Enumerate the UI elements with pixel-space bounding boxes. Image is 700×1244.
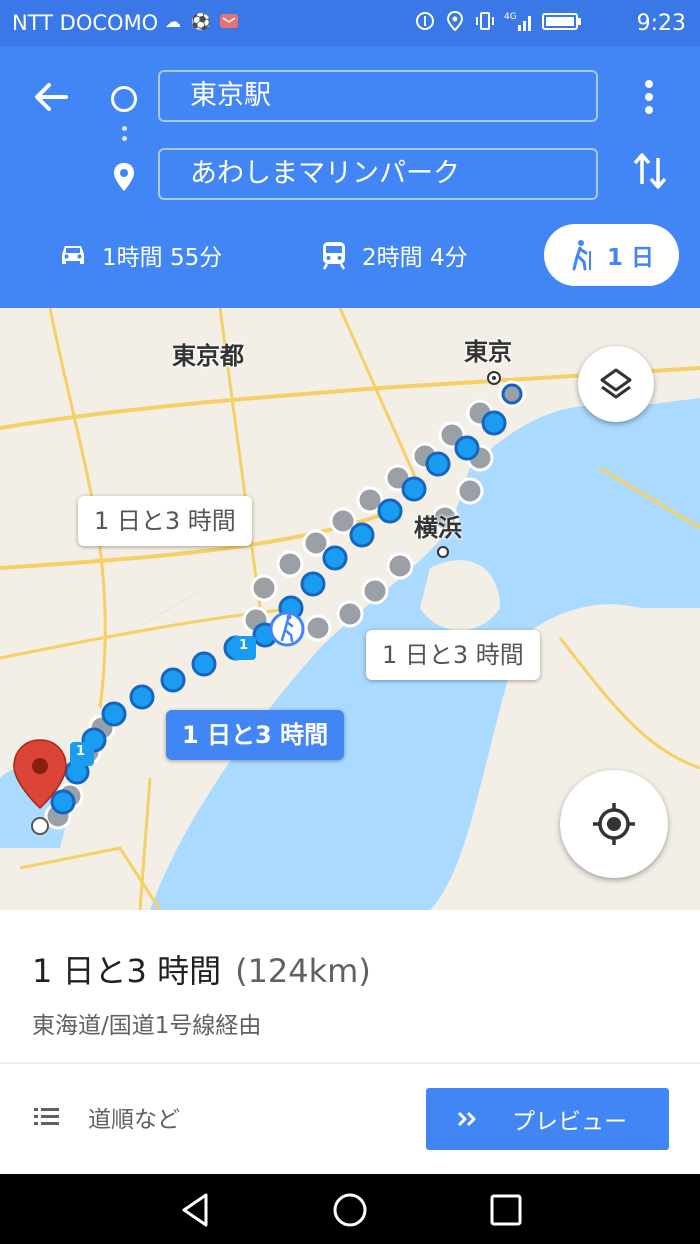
more-options-button[interactable]	[632, 76, 666, 118]
car-icon	[62, 246, 84, 264]
mode-car-button[interactable]: 1時間 55分	[58, 224, 222, 286]
mode-car-label: 1時間 55分	[102, 245, 223, 271]
hiking-icon	[572, 240, 591, 271]
data-saver-icon	[414, 10, 436, 32]
route-bubble-active[interactable]: 1 日と3 時間	[166, 710, 345, 760]
route-marker-number: 1	[239, 638, 249, 653]
divider	[0, 1062, 700, 1064]
route-bubble-alt-2[interactable]: 1 日と3 時間	[366, 630, 540, 680]
signal-icon: 4G	[504, 10, 534, 32]
route-summary-sheet[interactable]: 1 日と3 時間 (124km) 東海道/国道1号線経由 道順など プレビュー	[0, 910, 700, 1174]
mode-walk-button[interactable]: 1 日	[544, 224, 679, 286]
map-label-yokohama: 横浜	[414, 514, 462, 542]
more-vert-icon	[645, 80, 653, 114]
mode-walk-label: 1 日	[606, 245, 654, 271]
route-bubble-alt-1[interactable]: 1 日と3 時間	[78, 496, 252, 546]
route-dots-icon	[122, 126, 127, 146]
svg-text:4G: 4G	[504, 12, 517, 22]
map-label-tokyo-city: 東京	[464, 338, 512, 366]
origin-icon	[111, 86, 137, 112]
list-icon	[34, 1108, 59, 1125]
route-marker-number: 1	[76, 744, 86, 759]
steps-label: 道順など	[88, 1107, 180, 1133]
circle-home-icon	[333, 1193, 367, 1227]
destination-field[interactable]: あわしまマリンパーク	[158, 148, 598, 200]
route-duration: 1 日と3 時間	[32, 952, 222, 990]
carrier-name: NTT DOCOMO	[12, 11, 159, 35]
swap-button[interactable]	[632, 150, 668, 194]
status-bar: NTT DOCOMO ☁ ⚽ 4G 9:23	[0, 0, 700, 46]
nav-back-button[interactable]	[176, 1190, 216, 1230]
vibrate-icon	[474, 10, 496, 32]
mail-icon	[218, 10, 240, 32]
back-button[interactable]	[30, 76, 72, 118]
battery-icon	[542, 10, 582, 32]
preview-label: プレビュー	[512, 1109, 627, 1135]
double-chevron-right-icon	[457, 1111, 476, 1127]
triangle-back-icon	[182, 1193, 208, 1227]
arrow-back-icon	[35, 83, 68, 111]
nav-home-button[interactable]	[330, 1190, 370, 1230]
clock: 9:23	[636, 11, 686, 36]
swap-vert-icon	[633, 153, 667, 189]
preview-button[interactable]: プレビュー	[426, 1088, 669, 1150]
square-recents-icon	[490, 1194, 522, 1226]
location-icon	[444, 10, 466, 32]
train-icon	[322, 242, 346, 270]
route-title: 1 日と3 時間 (124km)	[32, 946, 371, 992]
system-nav-bar	[0, 1174, 700, 1244]
steps-button[interactable]: 道順など	[32, 1100, 180, 1134]
origin-field[interactable]: 東京駅	[158, 70, 598, 122]
soccer-icon: ⚽	[191, 11, 211, 31]
layers-button[interactable]	[578, 346, 654, 422]
mode-transit-label: 2時間 4分	[362, 245, 468, 271]
map-label-tokyo-pref: 東京都	[172, 342, 244, 370]
nav-recents-button[interactable]	[486, 1190, 526, 1230]
directions-header: 東京駅 あわしまマリンパーク 1時間 55分 2時間 4分 1 日	[0, 46, 700, 308]
mode-transit-button[interactable]: 2時間 4分	[320, 224, 468, 286]
layers-icon	[600, 368, 632, 399]
destination-pin-icon	[112, 162, 136, 192]
route-distance: (124km)	[235, 952, 371, 990]
cloud-icon: ☁	[165, 11, 181, 31]
route-via: 東海道/国道1号線経由	[32, 1013, 262, 1039]
my-location-icon	[593, 803, 635, 845]
my-location-button[interactable]	[560, 770, 668, 878]
map-view[interactable]: 東京都 東京 横浜 1 1 1 日と3 時間 1 日と3 時間 1 日と3 時間	[0, 308, 700, 910]
